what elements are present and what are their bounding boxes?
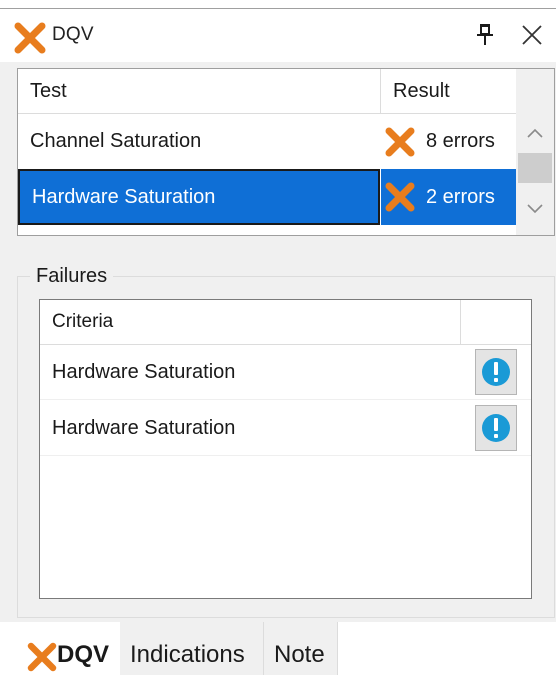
failures-grid-header: Criteria [40, 300, 531, 345]
action-column-header [461, 300, 531, 344]
result-cell: 2 errors [426, 186, 495, 208]
panel-title: DQV [52, 24, 94, 45]
pin-button[interactable] [469, 18, 501, 50]
tab-note[interactable]: Note [264, 622, 338, 675]
test-row-channel-saturation[interactable]: Channel Saturation 8 errors [18, 113, 516, 169]
pin-icon [469, 24, 501, 54]
test-name-cell: Channel Saturation [30, 130, 202, 152]
error-x-icon [384, 181, 416, 213]
result-cell: 8 errors [426, 130, 495, 152]
failures-grid: Criteria Hardware Saturation Hardware Sa… [39, 299, 532, 599]
test-column-header[interactable]: Test [18, 69, 380, 113]
test-name-cell: Hardware Saturation [32, 186, 216, 208]
error-x-icon [384, 126, 416, 158]
failure-row[interactable]: Hardware Saturation [40, 400, 531, 456]
failures-group-label: Failures [30, 265, 114, 288]
criteria-cell: Hardware Saturation [52, 417, 236, 439]
tab-indications[interactable]: Indications [120, 622, 264, 675]
criteria-cell: Hardware Saturation [52, 361, 236, 383]
info-button[interactable] [475, 349, 517, 395]
scroll-up-button[interactable] [516, 113, 554, 153]
tab-label: DQV [57, 641, 110, 668]
chevron-down-icon [516, 204, 554, 231]
criteria-column-header[interactable]: Criteria [40, 300, 460, 344]
tests-grid: Test Result Channel Saturation 8 errors … [17, 68, 555, 236]
selected-result-cell: 2 errors [381, 169, 516, 225]
close-icon [515, 25, 549, 56]
result-column-header[interactable]: Result [381, 69, 516, 113]
tab-label: Indications [130, 641, 245, 668]
info-button[interactable] [475, 405, 517, 451]
tab-dqv[interactable]: DQV [17, 622, 120, 675]
x-mark-icon [27, 642, 57, 672]
selected-test-cell: Hardware Saturation [18, 169, 380, 225]
tab-label: Note [274, 641, 325, 668]
test-row-hardware-saturation[interactable]: Hardware Saturation 2 errors [18, 169, 516, 225]
failure-row[interactable]: Hardware Saturation [40, 344, 531, 400]
tests-grid-header: Test Result [18, 69, 516, 114]
info-icon [476, 358, 516, 398]
x-mark-icon [14, 22, 46, 54]
info-icon [476, 414, 516, 454]
bottom-tab-strip: DQV Indications Note [0, 622, 556, 675]
window-top-border [0, 8, 556, 9]
scroll-thumb[interactable] [518, 153, 552, 183]
tests-vertical-scrollbar[interactable] [516, 69, 554, 235]
scroll-down-button[interactable] [516, 187, 554, 227]
close-button[interactable] [515, 18, 549, 52]
